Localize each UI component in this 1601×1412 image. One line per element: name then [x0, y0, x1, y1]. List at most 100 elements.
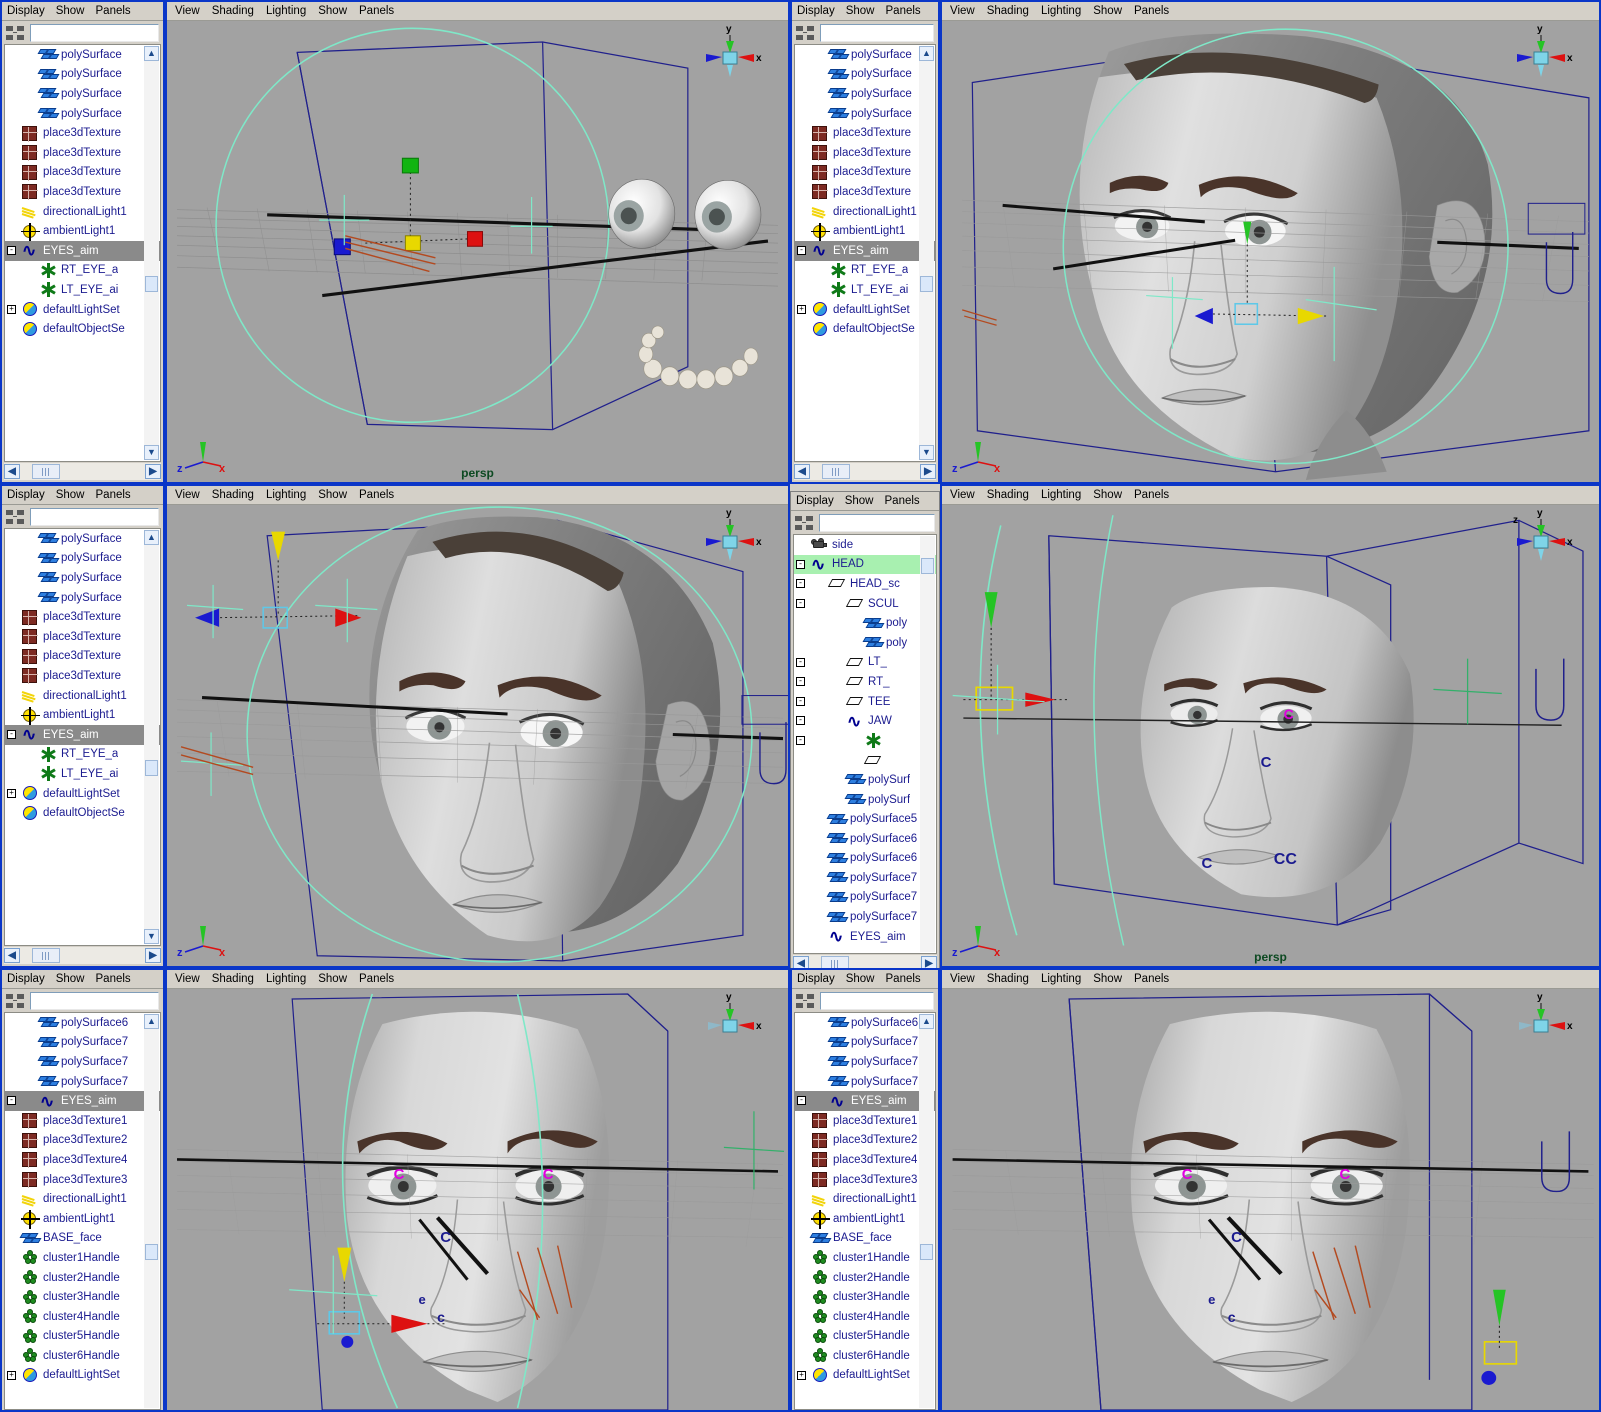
viewport-menu-lighting[interactable]: Lighting	[266, 973, 306, 985]
outliner-item[interactable]: LT_EYE_ai	[5, 280, 160, 300]
outliner-item[interactable]: -LT_	[794, 653, 936, 673]
outliner-item[interactable]: polySurface	[5, 568, 160, 588]
outliner-list[interactable]: side-∿HEAD-HEAD_sc-SCULpolypoly-LT_-RT_-…	[793, 534, 937, 954]
hscroll-thumb[interactable]	[822, 464, 850, 479]
outliner-item[interactable]: polySurface	[5, 65, 160, 85]
viewport-menu-lighting[interactable]: Lighting	[266, 5, 306, 17]
outliner-item[interactable]: polySurface5	[794, 809, 936, 829]
outliner-menu-show[interactable]: Show	[846, 5, 875, 17]
scroll-left-icon[interactable]: ◀	[794, 464, 810, 479]
outliner-menu-show[interactable]: Show	[56, 5, 85, 17]
viewport-mid-left[interactable]: View Shading Lighting Show Panels	[165, 484, 790, 968]
expander-toggle-icon[interactable]: +	[797, 305, 806, 314]
outliner-item[interactable]: +defaultLightSet	[5, 300, 160, 320]
outliner-list[interactable]: polySurfacepolySurfacepolySurfacepolySur…	[4, 528, 161, 946]
viewport-menu-shading[interactable]: Shading	[212, 489, 254, 501]
expander-toggle-icon[interactable]: -	[796, 677, 805, 686]
outliner-menu-panels[interactable]: Panels	[96, 973, 131, 985]
outliner-item[interactable]: place3dTexture1	[5, 1111, 160, 1131]
outliner-item[interactable]: ambientLight1	[795, 221, 935, 241]
outliner-item[interactable]: place3dTexture3	[795, 1170, 935, 1190]
viewport-menu-panels[interactable]: Panels	[359, 489, 394, 501]
outliner-menu-display[interactable]: Display	[796, 495, 834, 507]
viewport-menubar[interactable]: View Shading Lighting Show Panels	[167, 2, 788, 21]
viewport-canvas-head-front[interactable]: C e c C C y x	[167, 989, 788, 1410]
outliner-item[interactable]: -	[794, 731, 936, 751]
viewport-menu-panels[interactable]: Panels	[1134, 489, 1169, 501]
outliner-item[interactable]: place3dTexture	[5, 647, 160, 667]
outliner-item[interactable]: place3dTexture	[795, 163, 935, 183]
outliner-item[interactable]: RT_EYE_a	[795, 261, 935, 281]
outliner-menu-display[interactable]: Display	[7, 5, 45, 17]
viewport-mid-right[interactable]: View Shading Lighting Show Panels	[940, 484, 1601, 968]
outliner-menu-panels[interactable]: Panels	[885, 495, 920, 507]
outliner-item[interactable]: polySurface6	[794, 849, 936, 869]
scroll-thumb[interactable]	[920, 1244, 933, 1260]
outliner-item[interactable]: place3dTexture	[5, 666, 160, 686]
outliner-list[interactable]: polySurface6polySurface7polySurface7poly…	[4, 1012, 161, 1410]
expander-toggle-icon[interactable]: -	[796, 716, 805, 725]
scroll-down-icon[interactable]: ▼	[144, 929, 159, 944]
outliner-item[interactable]: cluster4Handle	[795, 1307, 935, 1327]
outliner-vertical-scrollbar[interactable]: ▲ ▼	[144, 530, 159, 944]
outliner-horizontal-scrollbar[interactable]: ◀ ▶	[4, 463, 161, 480]
expander-toggle-icon[interactable]: -	[796, 736, 805, 745]
outliner-item[interactable]: -∿JAW	[794, 711, 936, 731]
outliner-item[interactable]: defaultObjectSe	[795, 319, 935, 339]
outliner-item[interactable]: polySurface	[795, 104, 935, 124]
expander-toggle-icon[interactable]: -	[796, 658, 805, 667]
outliner-top-right[interactable]: Display Show Panels polySurfacepolySurfa…	[790, 0, 940, 484]
outliner-item[interactable]: place3dTexture	[795, 182, 935, 202]
outliner-item[interactable]: -∿HEAD	[794, 555, 936, 575]
expander-toggle-icon[interactable]: +	[7, 1371, 16, 1380]
outliner-item[interactable]: cluster2Handle	[795, 1268, 935, 1288]
hscroll-thumb[interactable]	[32, 948, 60, 963]
outliner-item[interactable]: -∿EYES_aim	[5, 1091, 160, 1111]
outliner-item[interactable]: place3dTexture	[5, 163, 160, 183]
viewport-top-left[interactable]: View Shading Lighting Show Panels	[165, 0, 790, 484]
outliner-item[interactable]: polySurface7	[794, 888, 936, 908]
viewport-menu-show[interactable]: Show	[1093, 973, 1122, 985]
outliner-item[interactable]: cluster5Handle	[795, 1327, 935, 1347]
outliner-vertical-scrollbar[interactable]: ▲ ▼	[144, 46, 159, 460]
viewport-menu-panels[interactable]: Panels	[359, 973, 394, 985]
viewport-top-right[interactable]: View Shading Lighting Show Panels	[940, 0, 1601, 484]
outliner-item[interactable]: place3dTexture	[5, 123, 160, 143]
outliner-item[interactable]: cluster2Handle	[5, 1268, 160, 1288]
outliner-item[interactable]: defaultObjectSe	[5, 319, 160, 339]
outliner-menu-show[interactable]: Show	[56, 489, 85, 501]
viewport-menu-shading[interactable]: Shading	[987, 489, 1029, 501]
scroll-up-icon[interactable]: ▲	[144, 530, 159, 545]
outliner-item[interactable]: -SCUL	[794, 594, 936, 614]
hscroll-thumb[interactable]	[32, 464, 60, 479]
outliner-item[interactable]: ambientLight1	[5, 221, 160, 241]
outliner-menubar[interactable]: Display Show Panels	[2, 970, 163, 989]
outliner-item[interactable]: polySurface	[5, 529, 160, 549]
viewport-menu-view[interactable]: View	[175, 5, 200, 17]
outliner-item[interactable]: +defaultLightSet	[5, 1366, 160, 1386]
viewport-menu-shading[interactable]: Shading	[212, 973, 254, 985]
outliner-list[interactable]: polySurface6polySurface7polySurface7poly…	[794, 1012, 936, 1410]
outliner-item[interactable]: -∿EYES_aim	[795, 1091, 935, 1111]
viewport-menu-view[interactable]: View	[950, 489, 975, 501]
viewport-menubar[interactable]: View Shading Lighting Show Panels	[167, 970, 788, 989]
viewport-menu-panels[interactable]: Panels	[1134, 5, 1169, 17]
viewport-menu-show[interactable]: Show	[318, 973, 347, 985]
outliner-search-input[interactable]	[30, 24, 159, 42]
outliner-item[interactable]: -TEE	[794, 692, 936, 712]
outliner-menu-panels[interactable]: Panels	[96, 5, 131, 17]
outliner-item[interactable]: place3dTexture	[5, 182, 160, 202]
outliner-bot-left[interactable]: Display Show Panels polySurface6polySurf…	[0, 968, 165, 1412]
scroll-right-icon[interactable]: ▶	[145, 948, 161, 963]
outliner-item[interactable]: cluster1Handle	[795, 1248, 935, 1268]
viewport-menu-lighting[interactable]: Lighting	[1041, 5, 1081, 17]
viewport-bot-right[interactable]: View Shading Lighting Show Panels	[940, 968, 1601, 1412]
scroll-thumb[interactable]	[920, 276, 933, 292]
outliner-item[interactable]: polySurface	[5, 104, 160, 124]
scroll-up-icon[interactable]: ▲	[144, 46, 159, 61]
outliner-item[interactable]: directionalLight1	[5, 1189, 160, 1209]
outliner-item[interactable]: LT_EYE_ai	[795, 280, 935, 300]
outliner-item[interactable]: polySurface	[5, 549, 160, 569]
outliner-item[interactable]: place3dTexture2	[795, 1131, 935, 1151]
outliner-item[interactable]: polySurface	[795, 65, 935, 85]
